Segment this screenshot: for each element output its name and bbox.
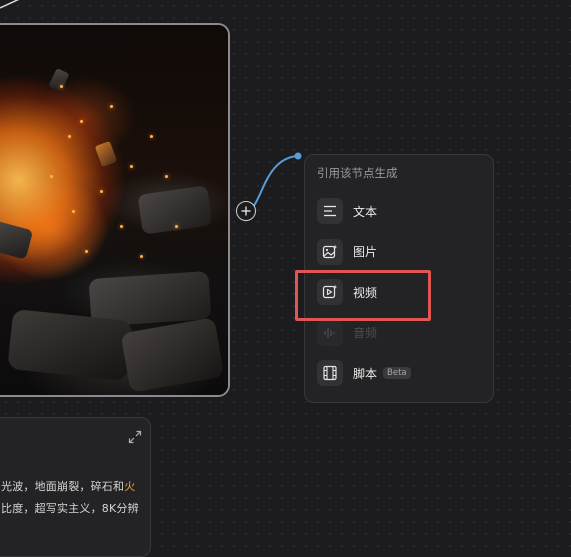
prompt-text-line-2: 比度，超写实主义，8K分辨: [1, 502, 139, 515]
add-node-handle[interactable]: [236, 201, 256, 221]
menu-item-image[interactable]: 图片: [315, 232, 483, 273]
menu-item-audio-label: 音频: [353, 326, 378, 341]
menu-item-audio[interactable]: 音频: [315, 313, 483, 354]
fire-explosion-image: [0, 25, 228, 395]
text-lines-icon: [317, 198, 343, 225]
audio-wave-icon: [317, 319, 343, 346]
beta-badge: Beta: [383, 367, 411, 380]
incoming-connector-line: [0, 0, 20, 9]
prompt-line-1-text: 光波，地面崩裂，碎石和: [1, 480, 125, 493]
menu-item-script-label: 脚本: [353, 366, 378, 381]
plus-icon: [241, 206, 251, 216]
outgoing-connector-curve: [245, 155, 299, 212]
prompt-line-1-highlight: 火: [124, 480, 136, 493]
expand-icon[interactable]: [127, 429, 143, 445]
menu-item-video[interactable]: 视频: [315, 272, 483, 313]
connector-end-dot: [294, 152, 302, 160]
prompt-panel: 光波，地面崩裂，碎石和火 比度，超写实主义，8K分辨: [0, 417, 151, 557]
video-sparkle-icon: [317, 279, 343, 306]
menu-item-text[interactable]: 文本: [315, 191, 483, 232]
generate-from-node-menu: 引用该节点生成 文本 图片 视频 音频 脚本 Beta: [304, 154, 494, 403]
film-strip-icon: [317, 360, 343, 387]
menu-item-video-label: 视频: [353, 285, 378, 300]
menu-item-script[interactable]: 脚本 Beta: [315, 353, 483, 394]
generated-image-node[interactable]: [0, 23, 230, 397]
menu-item-image-label: 图片: [353, 245, 378, 260]
prompt-text-line-1: 光波，地面崩裂，碎石和火: [1, 478, 135, 494]
image-sparkle-icon: [317, 238, 343, 265]
menu-item-text-label: 文本: [353, 204, 378, 219]
menu-header: 引用该节点生成: [317, 166, 398, 180]
